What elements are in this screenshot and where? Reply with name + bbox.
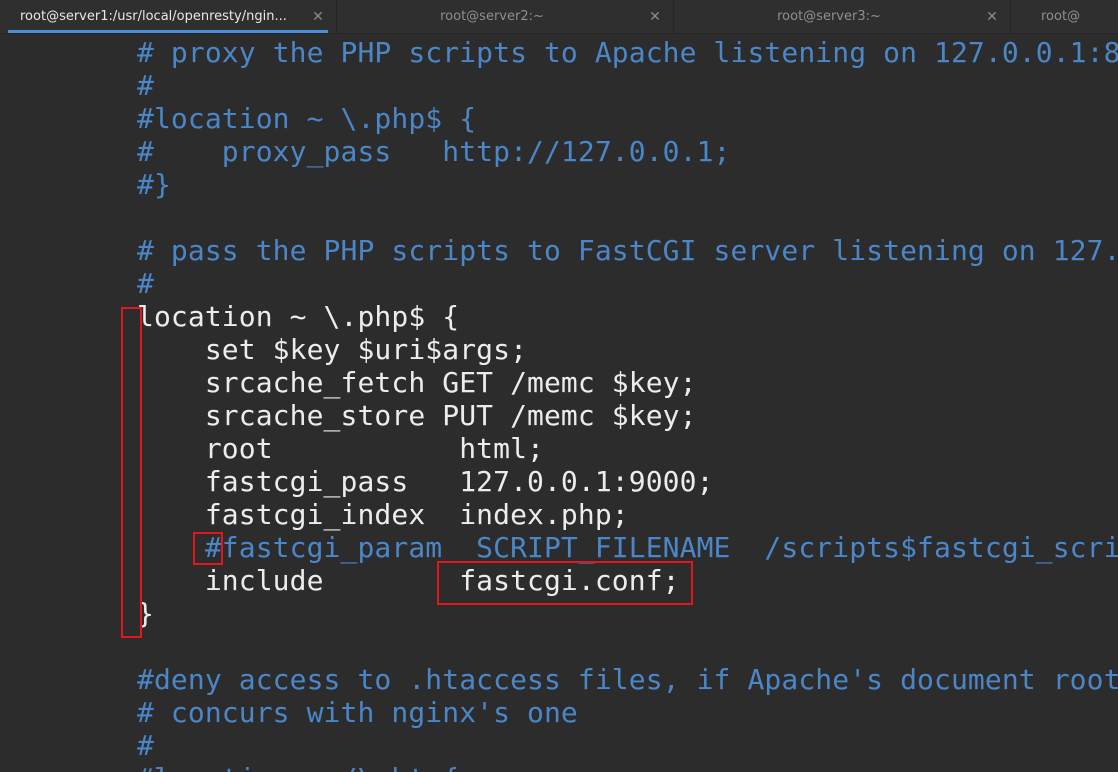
code-line: #location ~ /\.ht { <box>137 762 1118 772</box>
code-line: # pass the PHP scripts to FastCGI server… <box>137 234 1118 267</box>
tab-label: root@ <box>1041 9 1081 24</box>
terminal-output[interactable]: # proxy the PHP scripts to Apache listen… <box>0 34 1118 772</box>
close-icon[interactable]: ✕ <box>647 9 663 25</box>
code-line: # concurs with nginx's one <box>137 696 578 729</box>
code-line: root html; <box>137 432 544 465</box>
terminal-window: root@server1:/usr/local/openresty/ngin..… <box>0 0 1118 772</box>
tab-server2[interactable]: root@server2:~ ✕ <box>337 0 674 33</box>
tab-server3[interactable]: root@server3:~ ✕ <box>674 0 1011 33</box>
tab-label: root@server3:~ <box>777 9 881 24</box>
code-line: #fastcgi_param SCRIPT_FILENAME /scripts$… <box>204 531 1118 564</box>
code-line: # proxy the PHP scripts to Apache listen… <box>137 36 1118 69</box>
code-line: } <box>137 597 154 630</box>
code-line: set $key $uri$args; <box>137 333 528 366</box>
nginx-config-text: # proxy the PHP scripts to Apache listen… <box>137 36 1118 772</box>
code-line: location ~ \.php$ { <box>137 300 460 333</box>
code-line: # <box>137 69 154 102</box>
code-line: #deny access to .htaccess files, if Apac… <box>137 663 1118 696</box>
close-icon[interactable]: ✕ <box>310 9 326 25</box>
code-line: fastcgi_pass 127.0.0.1:9000; <box>137 465 714 498</box>
code-line: srcache_store PUT /memc $key; <box>137 399 697 432</box>
code-line: #location ~ \.php$ { <box>137 102 477 135</box>
code-line: fastcgi_index index.php; <box>137 498 629 531</box>
code-line: #} <box>137 168 171 201</box>
tab-server1[interactable]: root@server1:/usr/local/openresty/ngin..… <box>0 0 337 33</box>
code-line: # <box>137 267 154 300</box>
close-icon[interactable]: ✕ <box>984 9 1000 25</box>
code-line: # proxy_pass http://127.0.0.1; <box>137 135 731 168</box>
code-line: # <box>137 729 154 762</box>
tab-bar: root@server1:/usr/local/openresty/ngin..… <box>0 0 1118 34</box>
code-line: include fastcgi.conf; <box>137 564 680 597</box>
code-line: srcache_fetch GET /memc $key; <box>137 366 697 399</box>
tab-label: root@server1:/usr/local/openresty/ngin..… <box>20 9 287 24</box>
tab-label: root@server2:~ <box>440 9 544 24</box>
tab-root-partial[interactable]: root@ <box>1011 0 1118 33</box>
